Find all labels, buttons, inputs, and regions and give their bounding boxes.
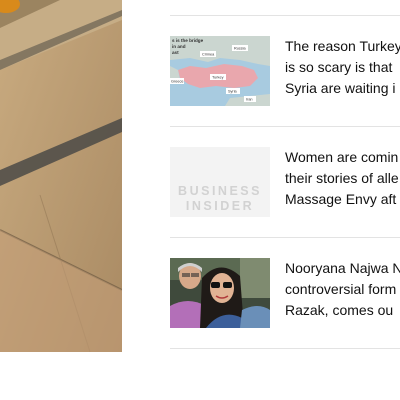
- map-image: s is the bridge in and ast Russia Crimea…: [170, 36, 270, 106]
- article-title[interactable]: Nooryana Najwa N controversial form Raza…: [285, 258, 400, 321]
- title-line: controversial form: [285, 281, 397, 297]
- placeholder-logo-word: INSIDER: [185, 199, 255, 213]
- title-line: their stories of alle: [285, 170, 399, 186]
- title-line: Nooryana Najwa N: [285, 260, 400, 276]
- map-label-turkey: Turkey: [212, 76, 224, 80]
- list-item[interactable]: Nooryana Najwa N controversial form Raza…: [170, 258, 400, 368]
- hero-image[interactable]: [0, 0, 122, 352]
- title-line: Massage Envy aft: [285, 191, 397, 207]
- map-label-crimea: Crimea: [202, 53, 215, 57]
- divider: [170, 15, 400, 16]
- article-list: s is the bridge in and ast Russia Crimea…: [170, 0, 400, 400]
- divider: [170, 348, 400, 349]
- article-title[interactable]: The reason Turkey's is so scary is that …: [285, 36, 400, 99]
- article-title[interactable]: Women are comin their stories of alle Ma…: [285, 147, 400, 210]
- title-line: Razak, comes ou: [285, 302, 394, 318]
- map-label-russia: Russia: [234, 47, 246, 51]
- map-caption-2: in and: [172, 44, 186, 49]
- photo-thumbnail[interactable]: [170, 258, 270, 328]
- divider: [170, 126, 400, 127]
- map-caption-3: ast: [172, 50, 179, 55]
- divider: [170, 237, 400, 238]
- map-label-greece: Greece: [171, 80, 183, 84]
- placeholder-thumbnail[interactable]: BUSINESS INSIDER: [170, 147, 270, 217]
- map-label-iran: Iran: [246, 98, 253, 102]
- title-line: Syria are waiting i: [285, 80, 396, 96]
- list-item[interactable]: s is the bridge in and ast Russia Crimea…: [170, 36, 400, 146]
- map-label-syria: Syria: [228, 90, 238, 94]
- list-item[interactable]: BUSINESS INSIDER Women are comin their s…: [170, 147, 400, 257]
- hero-photo: [0, 0, 122, 352]
- people-photo: [170, 258, 270, 328]
- title-line: The reason Turkey's: [285, 38, 400, 54]
- map-thumbnail[interactable]: s is the bridge in and ast Russia Crimea…: [170, 36, 270, 106]
- title-line: Women are comin: [285, 149, 399, 165]
- title-line: is so scary is that: [285, 59, 393, 75]
- map-caption-1: s is the bridge: [172, 38, 204, 43]
- placeholder-logo-word: BUSINESS: [178, 184, 262, 198]
